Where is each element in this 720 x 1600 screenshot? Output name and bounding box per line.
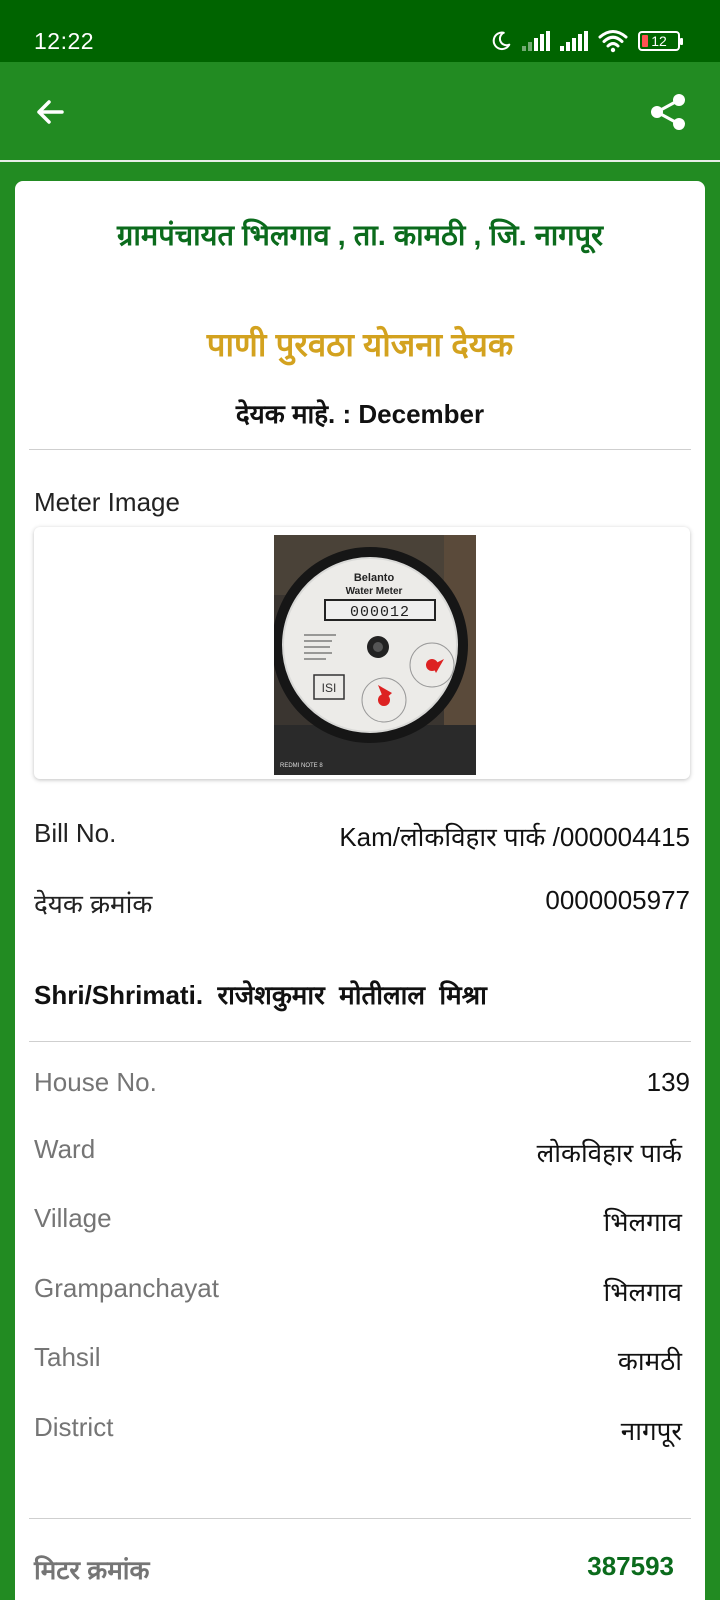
deyak-value: 0000005977 [545, 885, 690, 915]
bill-no-value: Kam/लोकविहार पार्क /000004415 [339, 822, 690, 852]
detail-row-tahsil: Tahsil कामठी [34, 1342, 690, 1382]
detail-label: District [34, 1412, 114, 1442]
meter-image-container[interactable]: Belanto Water Meter 000012 ISI REDMI NOT… [34, 527, 690, 779]
status-time: 12:22 [34, 28, 95, 54]
detail-value: नागपूर [620, 1416, 682, 1446]
status-bar: 12:22 12 [0, 0, 720, 62]
svg-text:ISI: ISI [322, 681, 337, 695]
status-icons: 12 [490, 26, 683, 56]
signal-1-icon [522, 31, 550, 51]
divider [29, 1041, 691, 1042]
detail-label: Tahsil [34, 1342, 101, 1372]
meter-digits: 000012 [350, 604, 410, 621]
grampanchayat-title: ग्रामपंचायत भिलगाव , ता. कामठी , जि. नाग… [117, 220, 603, 252]
detail-label: Village [34, 1203, 112, 1233]
detail-value: कामठी [617, 1346, 682, 1376]
back-arrow-icon[interactable] [28, 90, 72, 134]
detail-value: भिलगाव [603, 1277, 682, 1307]
share-icon[interactable] [646, 90, 690, 134]
bill-no-row: Bill No. Kam/लोकविहार पार्क /000004415 [34, 818, 690, 858]
detail-row-house-no: House No. 139 [34, 1067, 690, 1107]
bill-month: देयक माहे. : December [235, 399, 485, 429]
moon-icon [492, 31, 511, 51]
app-bar [0, 62, 720, 162]
detail-row-district: District नागपूर [34, 1412, 690, 1452]
deyak-row: देयक क्रमांक 0000005977 [34, 885, 690, 925]
meter-number-row: मिटर क्रमांक 387593 [34, 1551, 674, 1591]
meter-photo[interactable]: Belanto Water Meter 000012 ISI REDMI NOT… [274, 535, 476, 775]
owner-name: Shri/Shrimati. राजेशकुमार मोतीलाल मिश्रा [34, 980, 487, 1010]
battery-icon: 12 [638, 31, 683, 51]
detail-value: भिलगाव [603, 1207, 682, 1237]
meter-brand: Belanto [354, 572, 395, 584]
meter-image-label: Meter Image [34, 487, 180, 517]
wifi-icon [598, 30, 628, 53]
bill-no-label: Bill No. [34, 818, 117, 848]
deyak-label: देयक क्रमांक [34, 889, 153, 919]
photo-watermark: REDMI NOTE 8 [280, 763, 323, 769]
detail-label: Grampanchayat [34, 1273, 219, 1303]
detail-value: 139 [646, 1067, 690, 1097]
meter-type: Water Meter [346, 586, 403, 597]
divider [29, 1518, 691, 1519]
bill-card: ग्रामपंचायत भिलगाव , ता. कामठी , जि. नाग… [15, 181, 705, 1600]
signal-2-icon [560, 31, 588, 51]
scheme-title: पाणी पुरवठा योजना देयक [206, 326, 514, 363]
detail-label: Ward [34, 1134, 96, 1164]
meter-number-value: 387593 [587, 1551, 674, 1581]
battery-level: 12 [651, 33, 667, 49]
detail-row-village: Village भिलगाव [34, 1203, 690, 1243]
detail-value: लोकविहार पार्क [536, 1138, 682, 1168]
detail-row-ward: Ward लोकविहार पार्क [34, 1134, 690, 1174]
detail-row-grampanchayat: Grampanchayat भिलगाव [34, 1273, 690, 1313]
divider [29, 449, 691, 450]
meter-number-label: मिटर क्रमांक [34, 1555, 150, 1585]
detail-label: House No. [34, 1067, 157, 1097]
